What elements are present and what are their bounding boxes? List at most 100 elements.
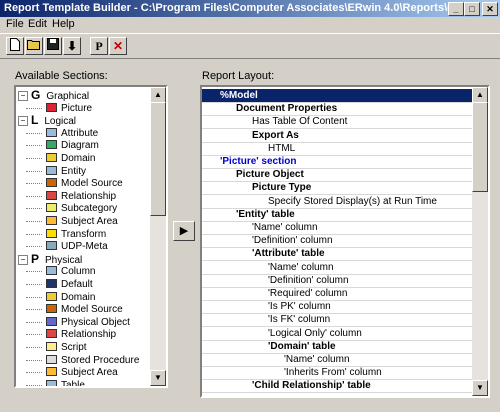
layout-row[interactable]: Picture Type (202, 181, 474, 196)
tree-category-physical[interactable]: − P Physical (18, 252, 82, 266)
tree-connector (26, 334, 42, 336)
delete-button[interactable]: ✕ (109, 37, 127, 55)
tree-connector (26, 359, 42, 361)
layout-row[interactable]: 'Inherits From' column (202, 366, 474, 381)
layout-row-text: Picture Type (252, 182, 312, 194)
tree-item[interactable]: Subcategory (46, 202, 117, 215)
tree-item-label: Subject Area (61, 216, 118, 227)
layout-row[interactable]: 'Definition' column (202, 274, 474, 288)
tree-item[interactable]: Relationship (46, 328, 116, 341)
layout-row[interactable]: 'Name' column (202, 221, 474, 235)
category-letter: L (31, 113, 39, 128)
layout-scrollbar[interactable]: ▲ ▼ (472, 87, 488, 396)
layout-row[interactable]: Specify Stored Display(s) at Run Time (202, 195, 474, 209)
tree-item[interactable]: Physical Object (46, 316, 130, 329)
collapse-icon[interactable]: − (18, 254, 28, 265)
add-section-button[interactable]: ▶ (173, 221, 195, 241)
layout-row-selected[interactable]: %Model (202, 89, 474, 103)
layout-row-text: Export As (252, 129, 299, 141)
category-letter: G (31, 88, 41, 102)
tree-item-label: Diagram (61, 140, 99, 152)
scroll-down-icon[interactable]: ▼ (150, 370, 166, 386)
tree-item[interactable]: Domain (46, 152, 95, 165)
layout-row[interactable]: 'Domain' table (202, 340, 474, 354)
tree-item[interactable]: Transform (46, 228, 106, 241)
close-button[interactable]: ✕ (482, 2, 498, 16)
tree-item[interactable]: Subject Area (46, 215, 118, 228)
layout-row[interactable]: 'Required' column (202, 287, 474, 301)
model-source-icon (46, 304, 57, 314)
script-icon (46, 342, 57, 351)
layout-row-text: 'Attribute' table (252, 248, 325, 260)
scroll-thumb[interactable] (472, 102, 488, 192)
tree-item[interactable]: Entity (46, 165, 86, 178)
tree-connector (26, 372, 42, 374)
collapse-icon[interactable]: − (18, 91, 28, 101)
tree-item-label: Subcategory (61, 203, 118, 215)
tree-item[interactable]: Diagram (46, 139, 99, 152)
default-icon (46, 279, 57, 288)
tree-item[interactable]: Model Source (46, 303, 123, 316)
tree-item[interactable]: UDP-Meta (46, 240, 108, 253)
tree-item[interactable]: Script (46, 341, 87, 354)
layout-row[interactable]: 'Logical Only' column (202, 327, 474, 341)
layout-row[interactable]: 'Is PK' column (202, 300, 474, 315)
tree-item-label: Stored Procedure (61, 354, 140, 366)
minimize-button[interactable]: _ (448, 2, 464, 16)
relationship-icon (46, 329, 57, 339)
new-document-icon[interactable] (6, 37, 24, 55)
layout-row[interactable]: HTML (202, 142, 474, 156)
menu-file[interactable]: File (6, 17, 24, 32)
layout-row-text: 'Name' column (268, 261, 334, 273)
layout-row[interactable]: 'Definition' column (202, 234, 474, 249)
tree-item[interactable]: Table (46, 379, 85, 386)
tree-item[interactable]: Default (46, 278, 93, 291)
layout-row[interactable]: Has Table Of Content (202, 115, 474, 130)
layout-row[interactable]: 'Is FK' column (202, 313, 474, 328)
tree-category-logical[interactable]: − L Logical (18, 114, 76, 127)
scroll-thumb[interactable] (150, 102, 166, 216)
layout-row[interactable]: 'Entity' table (202, 208, 474, 222)
tree-connector (26, 284, 42, 285)
layout-row[interactable]: Document Properties (202, 102, 474, 117)
collapse-icon[interactable]: − (18, 116, 28, 127)
toolbar: ⬇ P ✕ (0, 33, 500, 59)
layout-row[interactable]: 'Name' column (202, 261, 474, 275)
entity-icon (46, 165, 57, 175)
tree-item-label: Table (61, 379, 85, 386)
down-arrow-icon[interactable]: ⬇ (63, 37, 81, 55)
scroll-down-icon[interactable]: ▼ (472, 380, 488, 396)
layout-row[interactable]: 'Name' column (202, 353, 474, 367)
sections-scrollbar[interactable]: ▲ ▼ (150, 87, 166, 386)
tree-category-graphical[interactable]: − G Graphical (18, 89, 89, 102)
tree-item[interactable]: Stored Procedure (46, 354, 139, 367)
save-disk-icon[interactable] (44, 37, 62, 55)
layout-row[interactable]: 'Picture' section (202, 155, 474, 169)
scroll-up-icon[interactable]: ▲ (472, 87, 488, 103)
report-layout-list[interactable]: %Model Document Properties Has Table Of Co… (200, 85, 490, 398)
tree-item-label: Default (61, 279, 93, 290)
layout-row[interactable]: Picture Object (202, 168, 474, 183)
open-folder-icon[interactable] (25, 37, 43, 55)
menu-help[interactable]: Help (52, 17, 75, 32)
tree-item[interactable]: Model Source (46, 177, 123, 190)
layout-row[interactable]: 'Child Relationship' table (202, 379, 474, 394)
tree-item[interactable]: Subject Area (46, 366, 118, 379)
properties-button[interactable]: P (90, 37, 108, 55)
tree-item[interactable]: Relationship (46, 190, 116, 203)
tree-connector (26, 132, 42, 134)
tree-item[interactable]: Column (46, 265, 95, 278)
tree-item[interactable]: Domain (46, 291, 95, 304)
scroll-up-icon[interactable]: ▲ (150, 87, 166, 103)
tree-item[interactable]: Picture (46, 102, 92, 115)
layout-row[interactable]: Export As (202, 129, 474, 143)
domain-icon (46, 153, 57, 162)
tree-item[interactable]: Attribute (46, 127, 98, 140)
menu-edit[interactable]: Edit (28, 17, 47, 32)
available-sections-tree[interactable]: − G Graphical Picture − L Logical Attribute Diag… (14, 85, 168, 388)
diagram-icon (46, 140, 57, 150)
maximize-button[interactable]: □ (464, 2, 480, 16)
layout-row-text: 'Domain' table (268, 340, 336, 352)
tree-connector (26, 321, 42, 323)
layout-row[interactable]: 'Attribute' table (202, 247, 474, 262)
